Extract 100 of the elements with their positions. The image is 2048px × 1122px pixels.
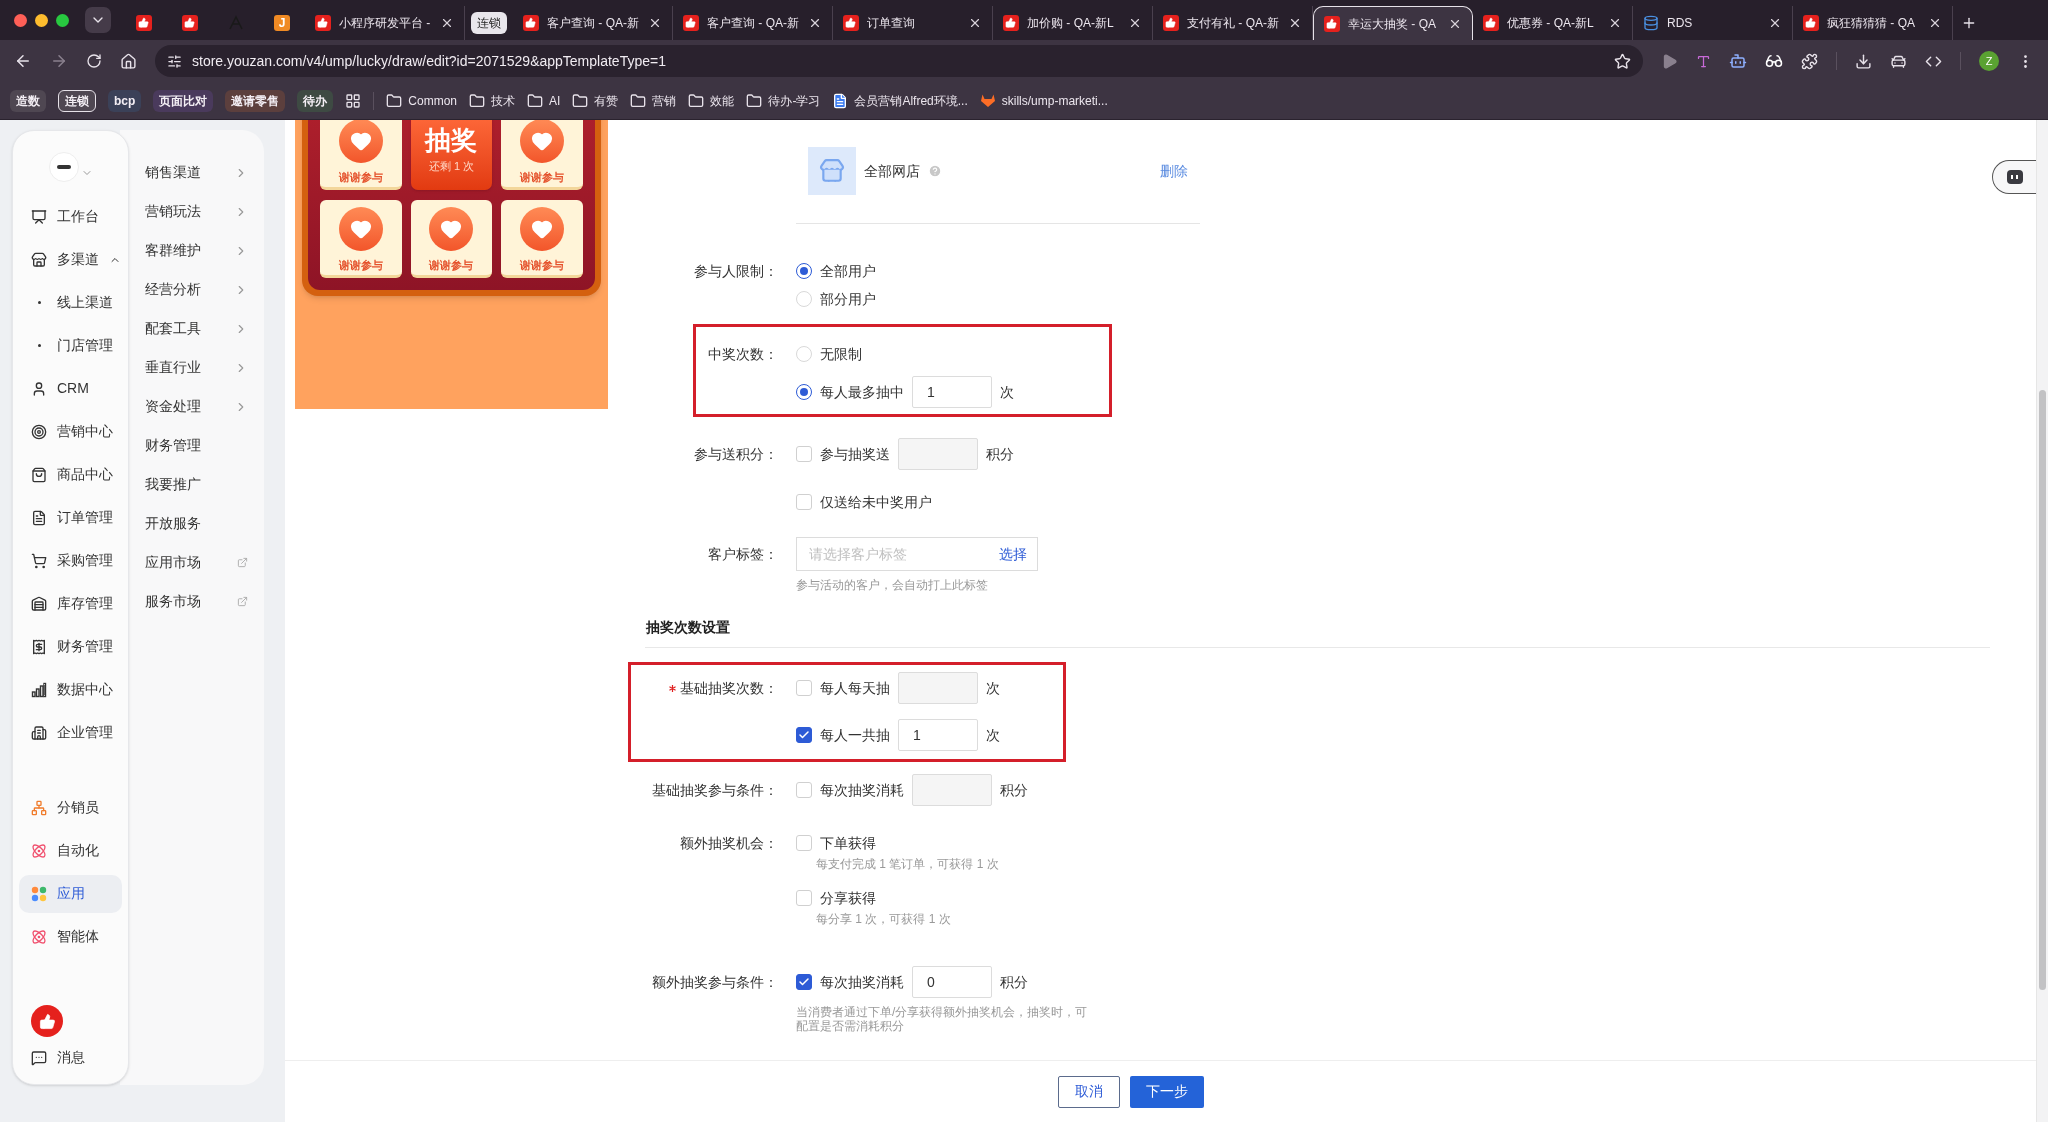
submenu-item[interactable]: 垂直行业 <box>145 348 248 387</box>
option-label[interactable]: 每次抽奖消耗 <box>820 779 904 801</box>
number-field[interactable]: 0 <box>912 966 992 998</box>
close-icon[interactable] <box>648 16 662 30</box>
play-icon[interactable] <box>1661 52 1679 70</box>
reload-icon[interactable] <box>86 53 102 69</box>
bookmark-link[interactable]: 有赞 <box>594 91 619 110</box>
nav-item[interactable]: 工作台 <box>19 197 122 236</box>
nav-item[interactable]: 门店管理 <box>19 326 122 365</box>
bookmark-chip[interactable]: 邀请零售 <box>225 89 286 112</box>
submenu-item[interactable]: 销售渠道 <box>145 153 248 192</box>
nav-item[interactable]: 智能体 <box>19 917 122 956</box>
glasses-icon[interactable] <box>1765 52 1784 70</box>
bookmark-chip[interactable]: 造数 <box>10 89 46 112</box>
bookmark-link[interactable]: 会员营销Alfred环境... <box>854 91 968 110</box>
option-label[interactable]: 下单获得 <box>820 832 876 854</box>
tab-search-button[interactable] <box>85 7 111 33</box>
site-settings-icon[interactable] <box>167 53 182 69</box>
download-icon[interactable] <box>1855 52 1873 70</box>
forward-icon[interactable] <box>50 52 68 70</box>
messages-link[interactable]: 消息 <box>31 1047 128 1068</box>
bookmark-link[interactable]: 技术 <box>491 91 516 110</box>
submenu-item[interactable]: 应用市场 <box>145 543 248 582</box>
close-icon[interactable] <box>1128 16 1142 30</box>
submenu-item[interactable]: 资金处理 <box>145 387 248 426</box>
nav-item[interactable]: 营销中心 <box>19 412 122 451</box>
cancel-button[interactable]: 取消 <box>1057 1075 1120 1108</box>
text-icon[interactable] <box>1696 53 1712 69</box>
number-field[interactable] <box>898 672 978 704</box>
option-label[interactable]: 部分用户 <box>820 288 876 310</box>
nav-item[interactable]: 企业管理 <box>19 713 122 752</box>
bookmark-link[interactable]: 效能 <box>710 91 735 110</box>
extensions-icon[interactable] <box>1801 52 1819 70</box>
submenu-item[interactable]: 我要推广 <box>145 465 248 504</box>
nav-item[interactable]: 自动化 <box>19 831 122 870</box>
close-icon[interactable] <box>1608 16 1622 30</box>
submenu-item[interactable]: 经营分析 <box>145 270 248 309</box>
nav-item[interactable]: 分销员 <box>19 788 122 827</box>
close-icon[interactable] <box>968 16 982 30</box>
number-field[interactable]: 1 <box>898 719 978 751</box>
submenu-item[interactable]: 开放服务 <box>145 504 248 543</box>
minimize-window-icon[interactable] <box>35 13 48 27</box>
nav-item[interactable]: 线上渠道 <box>19 283 122 322</box>
maximize-window-icon[interactable] <box>56 13 69 27</box>
new-tab-icon[interactable] <box>1961 15 1977 31</box>
radio-button[interactable] <box>796 263 812 279</box>
close-icon[interactable] <box>1288 16 1302 30</box>
home-icon[interactable] <box>120 52 137 70</box>
nav-item[interactable]: CRM <box>19 369 122 408</box>
option-label[interactable]: 仅送给未中奖用户 <box>820 491 932 513</box>
submenu-item[interactable]: 客群维护 <box>145 231 248 270</box>
bookmark-chip[interactable]: 待办 <box>297 89 334 112</box>
checkbox[interactable] <box>796 974 812 990</box>
option-label[interactable]: 每次抽奖消耗 <box>820 971 904 993</box>
delete-link[interactable]: 删除 <box>1160 160 1188 182</box>
submenu-item[interactable]: 财务管理 <box>145 426 248 465</box>
nav-item[interactable]: 库存管理 <box>19 584 122 623</box>
nav-item[interactable]: 商品中心 <box>19 455 122 494</box>
robot-icon[interactable] <box>1729 52 1748 70</box>
nav-item[interactable]: 应用 <box>19 874 122 913</box>
option-label[interactable]: 每人每天抽 <box>820 677 890 699</box>
close-icon[interactable] <box>440 16 454 30</box>
bookmark-chip[interactable]: 页面比对 <box>153 89 214 112</box>
option-label[interactable]: 参与抽奖送 <box>820 443 890 465</box>
number-field[interactable]: 1 <box>912 376 992 408</box>
bookmark-chip[interactable]: bcp <box>108 89 142 112</box>
bookmark-link[interactable]: AI <box>549 91 561 110</box>
nav-item[interactable]: 数据中心 <box>19 670 122 709</box>
nav-item[interactable]: 订单管理 <box>19 498 122 537</box>
option-label[interactable]: 全部用户 <box>820 260 876 282</box>
option-label[interactable]: 每人一共抽 <box>820 724 890 746</box>
back-icon[interactable] <box>14 52 32 70</box>
bookmark-link[interactable]: 待办-学习 <box>768 91 821 110</box>
assistant-button[interactable] <box>1992 160 2036 194</box>
address-bar[interactable]: store.youzan.com/v4/ump/lucky/draw/edit?id=2071529&appTemplateType=1 <box>155 45 1644 77</box>
bookmark-star-icon[interactable] <box>1614 52 1632 70</box>
browser-tab[interactable]: 幸运大抽奖 - QA <box>1313 6 1473 40</box>
number-field[interactable] <box>898 438 978 470</box>
close-icon[interactable] <box>1928 16 1942 30</box>
next-button[interactable]: 下一步 <box>1129 1075 1204 1108</box>
bookmark-link[interactable]: Common <box>408 91 458 110</box>
submenu-item[interactable]: 服务市场 <box>145 582 248 621</box>
bookmark-link[interactable]: 营销 <box>652 91 677 110</box>
close-icon[interactable] <box>1768 16 1782 30</box>
number-field[interactable] <box>912 774 992 806</box>
radio-button[interactable] <box>796 384 812 400</box>
close-window-icon[interactable] <box>14 13 27 27</box>
option-label[interactable]: 无限制 <box>820 343 862 365</box>
tag-select-field[interactable]: 请选择客户标签 选择 <box>796 537 1038 571</box>
bookmark-chip[interactable]: 连锁 <box>58 89 96 112</box>
close-icon[interactable] <box>808 16 822 30</box>
select-button[interactable]: 选择 <box>995 543 1031 565</box>
tab-group-label[interactable]: 连锁 <box>471 12 507 34</box>
nav-item[interactable]: 采购管理 <box>19 541 122 580</box>
submenu-item[interactable]: 配套工具 <box>145 309 248 348</box>
option-label[interactable]: 分享获得 <box>820 887 876 909</box>
nav-item[interactable]: 多渠道 <box>19 240 122 279</box>
thumbs-up-logo[interactable] <box>31 1005 63 1037</box>
checkbox[interactable] <box>796 727 812 743</box>
apps-grid-icon[interactable] <box>345 92 362 109</box>
